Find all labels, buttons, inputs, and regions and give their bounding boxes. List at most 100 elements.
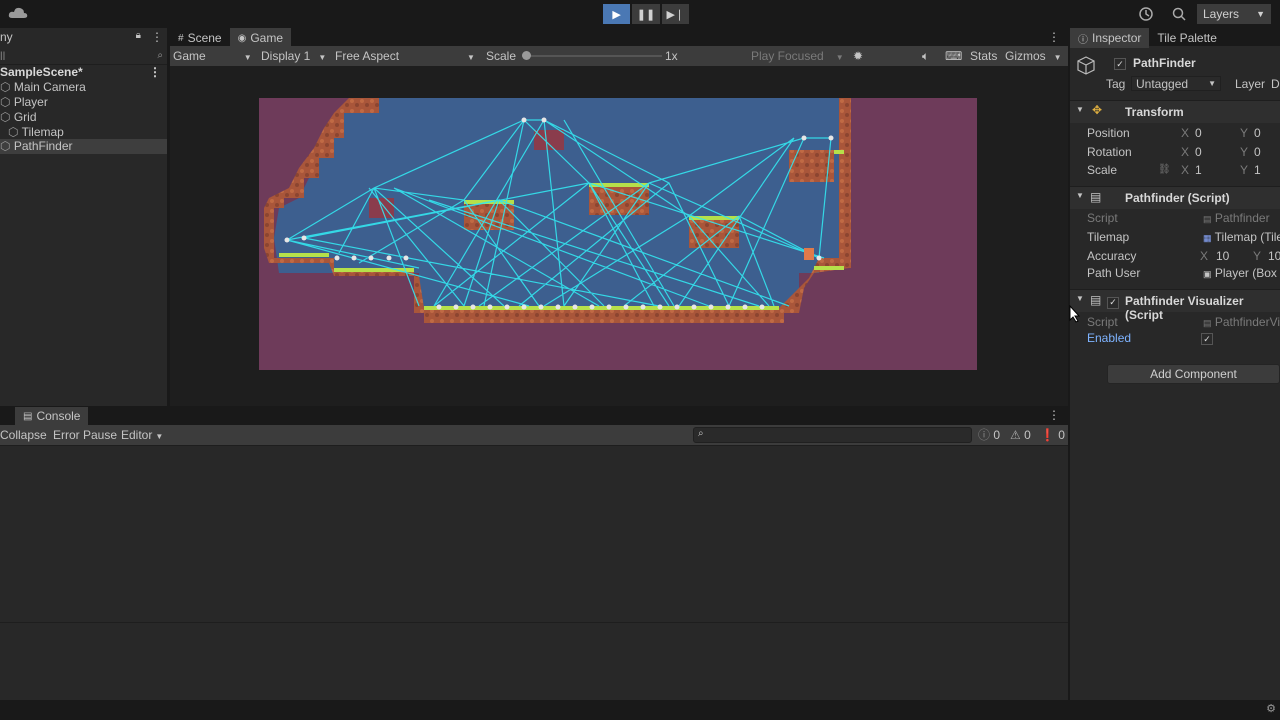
game-mode-dropdown[interactable]: Game ▼ <box>173 49 252 63</box>
object-name-field[interactable]: PathFinder <box>1133 55 1196 71</box>
search-icon: ⌕ <box>698 428 704 439</box>
play-focused-dropdown[interactable]: Play Focused ▼ <box>751 49 844 63</box>
chevron-down-icon: ▼ <box>467 53 475 62</box>
display-dropdown[interactable]: Display 1 ▼ <box>261 49 326 63</box>
position-label[interactable]: Position <box>1087 125 1130 141</box>
console-icon: ▤ <box>23 410 33 422</box>
transform-header[interactable]: ▼ ✥ Transform <box>1070 100 1280 123</box>
chevron-down-icon: ▼ <box>318 53 327 62</box>
step-button[interactable]: ▶❘ <box>661 4 689 24</box>
kebab-menu-icon[interactable]: ⋮ <box>149 65 161 80</box>
info-icon: ⓘ <box>978 428 991 442</box>
tab-game[interactable]: ◉ Game <box>229 28 292 48</box>
visualizer-header[interactable]: ▼ ▤ ✓ Pathfinder Visualizer (Script <box>1070 289 1280 322</box>
layers-dropdown[interactable]: Layers ▼ <box>1197 4 1271 24</box>
hierarchy-item-player[interactable]: ⬡ Player <box>0 95 48 110</box>
game-render-canvas[interactable] <box>259 98 977 370</box>
hierarchy-item-main-camera[interactable]: ⬡ Main Camera <box>0 80 86 95</box>
console-tabs: ▤ Console ⋮ <box>0 407 1068 425</box>
accuracy-label: Accuracy <box>1087 249 1137 263</box>
error-pause-button[interactable]: Error Pause <box>53 428 117 442</box>
script-field: ▤ Pathfinder <box>1203 211 1270 225</box>
cloud-icon[interactable] <box>8 6 28 20</box>
grid-icon: # <box>178 32 184 44</box>
warning-icon: ⚠ <box>1010 428 1021 442</box>
warning-count-toggle[interactable]: ⚠ 0 <box>1010 428 1031 442</box>
path-user-field[interactable]: ▣ Player (Box <box>1203 265 1277 281</box>
foldout-arrow-icon[interactable]: ▼ <box>1076 191 1084 200</box>
collapse-button[interactable]: Collapse <box>0 428 47 442</box>
scale-value: 1x <box>665 49 678 63</box>
pause-button[interactable]: ❚❚ <box>632 4 660 24</box>
accuracy-x-field[interactable]: 10 <box>1216 248 1229 264</box>
script-icon: ▤ <box>1203 318 1212 328</box>
scale-slider[interactable] <box>522 51 662 60</box>
hierarchy-search-input[interactable]: ll ⌕ <box>0 47 167 65</box>
history-icon[interactable] <box>1138 4 1154 24</box>
editor-dropdown[interactable]: Editor ▼ <box>121 428 163 442</box>
tag-dropdown[interactable]: Untagged ▼ <box>1131 76 1221 91</box>
tab-inspector[interactable]: ⓘ Inspector <box>1070 28 1150 48</box>
scale-slider-handle[interactable] <box>522 51 531 60</box>
tab-scene[interactable]: # Scene <box>170 28 230 48</box>
transform-icon: ✥ <box>1092 103 1103 117</box>
tag-label: Tag <box>1106 77 1126 91</box>
scale-y-field[interactable]: 1 <box>1254 162 1261 178</box>
info-count-toggle[interactable]: ⓘ 0 <box>978 428 1000 442</box>
object-active-toggle[interactable]: ✓ <box>1114 55 1126 71</box>
bug-icon[interactable]: ✹ <box>853 49 863 63</box>
search-filter-icon[interactable]: ⌕ <box>157 50 163 61</box>
pathfinder-header[interactable]: ▼ ▤ Pathfinder (Script) <box>1070 186 1280 209</box>
accuracy-y-field[interactable]: 10 <box>1268 248 1280 264</box>
scale-x-field[interactable]: 1 <box>1195 162 1202 178</box>
kebab-menu-icon[interactable]: ⋮ <box>1048 408 1060 422</box>
play-button[interactable]: ▶ <box>603 4 631 24</box>
axis-x-label: X <box>1181 163 1190 177</box>
console-search-input[interactable]: ⌕ <box>693 427 972 443</box>
rotation-y-field[interactable]: 0 <box>1254 144 1261 160</box>
tab-tile-palette[interactable]: Tile Palette <box>1149 28 1225 48</box>
add-component-button[interactable]: Add Component <box>1107 364 1280 384</box>
tilemap-field[interactable]: ▦ Tilemap (Tile <box>1203 229 1280 245</box>
error-count-toggle[interactable]: ❗ 0 <box>1040 428 1065 442</box>
kebab-menu-icon[interactable]: ⋮ <box>1048 30 1060 44</box>
scale-label[interactable]: Scale <box>1087 162 1117 178</box>
hierarchy-item-grid[interactable]: ⬡ Grid <box>0 110 37 125</box>
layer-dropdown[interactable]: D <box>1271 76 1280 92</box>
chevron-down-icon: ▼ <box>1208 79 1216 88</box>
console-divider[interactable] <box>0 622 1068 623</box>
hierarchy-item-tilemap[interactable]: ⬡ Tilemap <box>8 125 64 140</box>
audio-icon[interactable]: 🔈︎ <box>922 49 929 63</box>
visualizer-enabled-toggle[interactable]: ✓ <box>1107 294 1119 309</box>
axis-x-label: X <box>1181 126 1190 140</box>
rotation-label[interactable]: Rotation <box>1087 144 1132 160</box>
search-icon[interactable] <box>1171 4 1187 24</box>
error-icon: ❗ <box>1040 428 1055 442</box>
lock-icon[interactable]: 🔒︎ <box>136 30 141 44</box>
foldout-arrow-icon[interactable]: ▼ <box>1076 105 1084 114</box>
hierarchy-item-pathfinder[interactable]: ⬡ PathFinder <box>0 139 167 154</box>
activity-icon[interactable]: ⚙ <box>1266 702 1276 715</box>
position-x-field[interactable]: 0 <box>1195 125 1235 141</box>
script-icon: ▤ <box>1090 190 1102 204</box>
scale-label: Scale <box>486 49 517 63</box>
scene-root-item[interactable]: SampleScene* ⋮ <box>0 65 167 80</box>
keyboard-icon[interactable]: ⌨ <box>945 49 962 63</box>
chevron-down-icon: ▼ <box>155 432 164 441</box>
foldout-arrow-icon[interactable]: ▼ <box>1076 294 1084 303</box>
enabled-checkbox[interactable]: ✓ <box>1201 330 1213 346</box>
gameobject-icon: ⬡ <box>0 80 11 94</box>
gizmos-dropdown[interactable]: Gizmos ▼ <box>1005 49 1062 63</box>
mouse-cursor-icon <box>1069 304 1081 326</box>
tab-console[interactable]: ▤ Console <box>15 407 89 425</box>
kebab-menu-icon[interactable]: ⋮ <box>151 30 163 44</box>
hierarchy-tab[interactable]: ny 🔒︎ ⋮ <box>0 28 167 46</box>
console-log-area[interactable] <box>0 445 1068 701</box>
stats-button[interactable]: Stats <box>970 49 997 63</box>
game-view-tabs: # Scene ◉ Game ⋮ <box>170 28 1068 48</box>
play-controls: ▶ ❚❚ ▶❘ <box>603 4 689 24</box>
link-icon[interactable]: ⛓ <box>1158 162 1171 178</box>
rotation-x-field[interactable]: 0 <box>1195 144 1202 160</box>
position-y-field[interactable]: 0 <box>1254 125 1261 141</box>
aspect-dropdown[interactable]: Free Aspect ▼ <box>335 49 475 63</box>
